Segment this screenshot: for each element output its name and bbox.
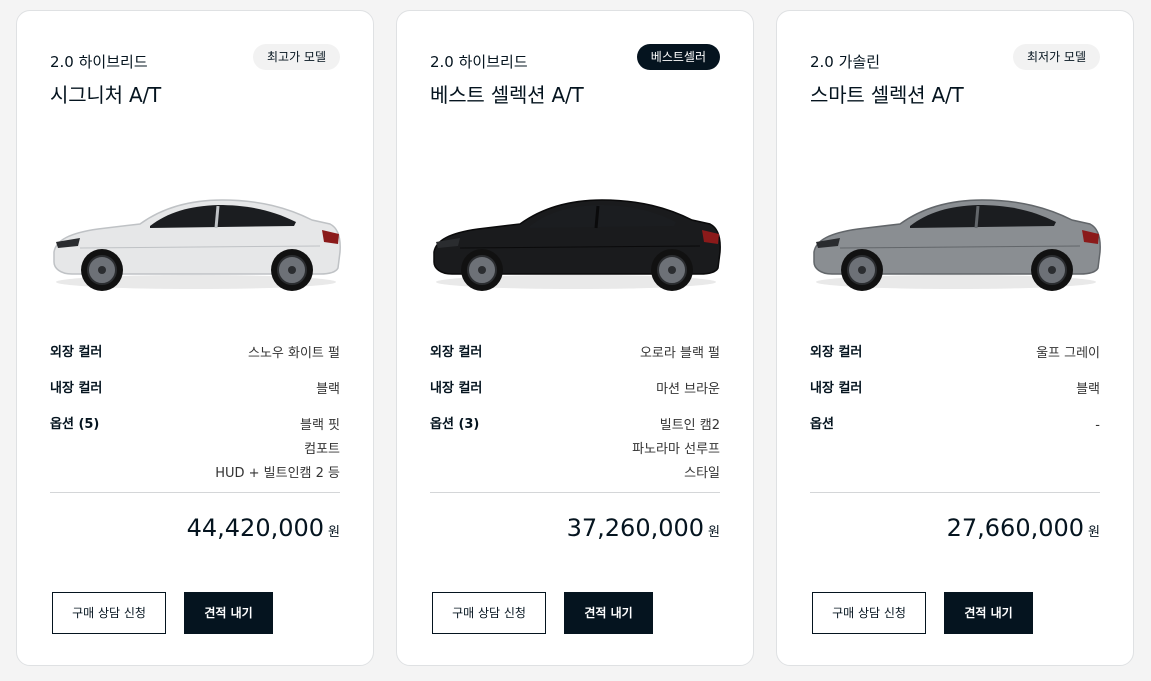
car-hub <box>478 266 486 274</box>
price: 27,660,000 원 <box>947 514 1100 542</box>
option-item: 파노라마 선루프 <box>632 442 720 457</box>
trim-card: 2.0 하이브리드 베스트셀러 베스트 셀렉션 A/T 외장 컬러 오로라 블랙… <box>396 10 754 666</box>
quote-button[interactable]: 견적 내기 <box>564 592 653 634</box>
price-amount: 37,260,000 <box>566 514 705 542</box>
option-item: 빌트인 캠2 <box>659 418 720 433</box>
price: 44,420,000 원 <box>187 514 340 542</box>
option-item: HUD + 빌트인캠 2 등 <box>215 466 340 481</box>
interior-color-label: 내장 컬러 <box>810 381 863 396</box>
consult-button[interactable]: 구매 상담 신청 <box>432 592 546 634</box>
car-image <box>53 199 341 291</box>
exterior-color-label: 외장 컬러 <box>430 345 483 360</box>
car-hub <box>668 266 676 274</box>
model-badge: 최고가 모델 <box>252 44 340 70</box>
price-unit: 원 <box>708 525 720 540</box>
car-pillar <box>974 205 980 229</box>
interior-color-value: 블랙 <box>1076 382 1100 397</box>
price: 37,260,000 원 <box>567 514 720 542</box>
car-hub <box>288 266 296 274</box>
trim-comparison: 2.0 하이브리드 최고가 모델 시그니처 A/T 외장 컬러 스노우 화이트 … <box>0 0 1151 681</box>
car-pillar <box>594 205 600 229</box>
price-unit: 원 <box>328 525 340 540</box>
trim-card: 2.0 가솔린 최저가 모델 스마트 셀렉션 A/T 외장 컬러 울프 그레이 … <box>776 10 1134 666</box>
interior-color-value: 블랙 <box>316 382 340 397</box>
divider <box>430 492 720 493</box>
exterior-color-value: 스노우 화이트 펄 <box>248 346 340 361</box>
model-badge: 베스트셀러 <box>636 44 720 70</box>
option-item: 컴포트 <box>304 442 340 457</box>
car-image <box>433 199 721 291</box>
option-item: 스타일 <box>684 466 720 481</box>
price-amount: 27,660,000 <box>946 514 1085 542</box>
engine-type: 2.0 하이브리드 <box>430 53 528 71</box>
trim-name: 스마트 셀렉션 A/T <box>810 83 964 107</box>
exterior-color-value: 울프 그레이 <box>1036 346 1100 361</box>
engine-type: 2.0 하이브리드 <box>50 53 148 71</box>
interior-color-label: 내장 컬러 <box>50 381 103 396</box>
interior-color-label: 내장 컬러 <box>430 381 483 396</box>
options-list: 블랙 핏 컴포트 HUD + 빌트인캠 2 등 <box>215 414 340 486</box>
options-label: 옵션 <box>810 417 834 432</box>
car-image <box>813 199 1101 291</box>
options-list: - <box>1095 414 1100 438</box>
divider <box>810 492 1100 493</box>
options-label: 옵션 (5) <box>50 417 100 432</box>
exterior-color-label: 외장 컬러 <box>810 345 863 360</box>
car-hub <box>98 266 106 274</box>
trim-name: 베스트 셀렉션 A/T <box>430 83 584 107</box>
engine-type: 2.0 가솔린 <box>810 53 881 71</box>
consult-button[interactable]: 구매 상담 신청 <box>52 592 166 634</box>
interior-color-value: 마션 브라운 <box>656 382 720 397</box>
trim-name: 시그니처 A/T <box>50 83 161 107</box>
divider <box>50 492 340 493</box>
trim-card: 2.0 하이브리드 최고가 모델 시그니처 A/T 외장 컬러 스노우 화이트 … <box>16 10 374 666</box>
price-unit: 원 <box>1088 525 1100 540</box>
car-pillar <box>214 205 220 229</box>
model-badge: 최저가 모델 <box>1012 44 1100 70</box>
option-item: - <box>1095 418 1100 433</box>
options-label: 옵션 (3) <box>430 417 480 432</box>
car-hub <box>858 266 866 274</box>
exterior-color-label: 외장 컬러 <box>50 345 103 360</box>
option-item: 블랙 핏 <box>299 418 340 433</box>
quote-button[interactable]: 견적 내기 <box>184 592 273 634</box>
price-amount: 44,420,000 <box>186 514 325 542</box>
car-hub <box>1048 266 1056 274</box>
consult-button[interactable]: 구매 상담 신청 <box>812 592 926 634</box>
options-list: 빌트인 캠2 파노라마 선루프 스타일 <box>632 414 720 486</box>
exterior-color-value: 오로라 블랙 펄 <box>639 346 720 361</box>
quote-button[interactable]: 견적 내기 <box>944 592 1033 634</box>
